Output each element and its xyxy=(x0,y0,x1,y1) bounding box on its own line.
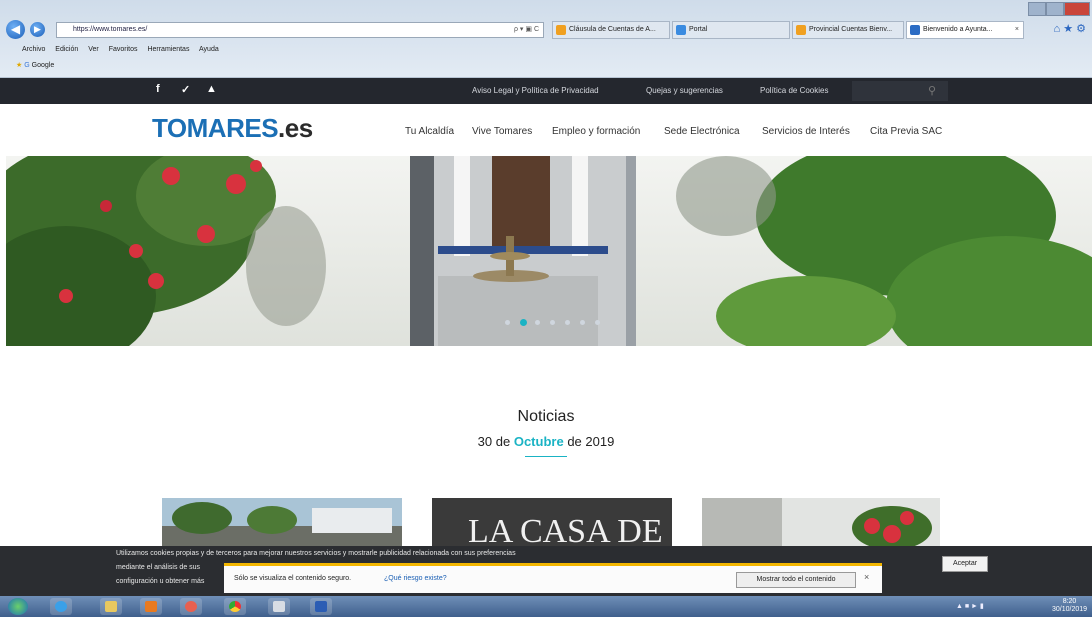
search-icon[interactable]: ⚲ xyxy=(928,84,936,97)
security-notification-bar: Sólo se visualiza el contenido seguro. ¿… xyxy=(224,563,882,593)
taskbar-word-icon[interactable] xyxy=(310,598,332,615)
menu-edicion[interactable]: Edición xyxy=(55,46,78,53)
menu-archivo[interactable]: Archivo xyxy=(22,46,45,53)
slider-dot[interactable] xyxy=(550,320,555,325)
nav-servicios[interactable]: Servicios de Interés xyxy=(762,126,850,137)
news-card-image xyxy=(162,498,402,548)
menu-ver[interactable]: Ver xyxy=(88,46,99,53)
news-divider xyxy=(525,456,567,457)
tab-label: Bienvenido a Ayunta... xyxy=(923,26,993,33)
window-buttons[interactable] xyxy=(1028,0,1092,18)
news-card-image: LA CASA DE xyxy=(432,498,672,548)
date-month: Octubre xyxy=(513,434,564,449)
tab-favicon-icon xyxy=(556,25,566,35)
cookie-accept-button[interactable]: Aceptar xyxy=(942,556,988,572)
tab-2[interactable]: Portal xyxy=(672,21,790,39)
notification-message: Sólo se visualiza el contenido seguro. xyxy=(234,575,352,582)
taskbar-chrome-icon[interactable] xyxy=(224,598,246,615)
nav-cita-previa[interactable]: Cita Previa SAC xyxy=(870,126,942,137)
link-quejas[interactable]: Quejas y sugerencias xyxy=(646,86,723,95)
minimize-icon[interactable] xyxy=(1028,2,1046,16)
link-cookies[interactable]: Política de Cookies xyxy=(760,86,828,95)
logo-main: TOMARES xyxy=(152,113,279,143)
site-topbar: f ✓ ▲ Aviso Legal y Política de Privacid… xyxy=(0,78,1092,104)
google-icon: G xyxy=(24,62,30,69)
start-button-icon[interactable] xyxy=(8,598,28,615)
favorites-bar: ★ G Google xyxy=(16,61,54,69)
slider-dot[interactable] xyxy=(535,320,540,325)
slider-dot[interactable] xyxy=(505,320,510,325)
menu-herramientas[interactable]: Herramientas xyxy=(147,46,189,53)
windows-taskbar: ▲ ■ ► ▮ 8:20 30/10/2019 xyxy=(0,596,1092,617)
date-post: de 2019 xyxy=(567,434,615,449)
address-controls[interactable]: ρ ▾ ▣ C xyxy=(514,23,539,37)
logo-suffix: .es xyxy=(278,113,313,143)
taskbar-explorer-icon[interactable] xyxy=(100,598,122,615)
forward-button[interactable]: ▶ xyxy=(30,22,45,37)
news-date: 30 de Octubre de 2019 xyxy=(0,434,1092,449)
nav-vive-tomares[interactable]: Vive Tomares xyxy=(472,126,532,137)
tab-1[interactable]: Cláusula de Cuentas de A... xyxy=(552,21,670,39)
site-logo[interactable]: TOMARES.es xyxy=(152,113,313,144)
hero-image xyxy=(6,156,1092,346)
taskbar-paint-icon[interactable] xyxy=(180,598,202,615)
notification-close-icon[interactable]: × xyxy=(864,572,869,582)
cookie-text-line3: configuración u obtener más xyxy=(116,578,205,585)
news-card-image xyxy=(702,498,940,548)
clock-date: 30/10/2019 xyxy=(1052,606,1088,613)
news-card-2[interactable]: LA CASA DE xyxy=(432,498,672,548)
clock-time: 8:20 xyxy=(1062,598,1077,605)
address-text: https://www.tomares.es/ xyxy=(73,26,148,33)
news-heading: Noticias xyxy=(517,408,575,425)
hero-slider[interactable] xyxy=(6,156,1092,346)
slider-dot[interactable] xyxy=(595,320,600,325)
system-tray-icons[interactable]: ▲ ■ ► ▮ xyxy=(956,602,984,610)
maximize-icon[interactable] xyxy=(1046,2,1064,16)
tab-label: Cláusula de Cuentas de A... xyxy=(569,26,656,33)
menu-favoritos[interactable]: Favoritos xyxy=(109,46,138,53)
slider-dot[interactable] xyxy=(580,320,585,325)
tab-favicon-icon xyxy=(676,25,686,35)
tab-favicon-icon xyxy=(910,25,920,35)
taskbar-calculator-icon[interactable] xyxy=(268,598,290,615)
card-poster-text: LA CASA DE xyxy=(468,513,663,548)
menu-bar: Archivo Edición Ver Favoritos Herramient… xyxy=(22,46,227,53)
close-icon[interactable] xyxy=(1064,2,1090,16)
youtube-icon[interactable]: ▲ xyxy=(206,83,217,95)
tab-close-icon[interactable]: × xyxy=(1015,22,1019,38)
nav-tu-alcaldia[interactable]: Tu Alcaldía xyxy=(405,126,454,137)
tab-3[interactable]: Provincial Cuentas Bienv... xyxy=(792,21,904,39)
cookie-text-line2: mediante el análisis de sus xyxy=(116,564,201,571)
slider-dot[interactable] xyxy=(565,320,570,325)
cookie-text-line1: Utilizamos cookies propias y de terceros… xyxy=(116,550,516,557)
twitter-icon[interactable]: ✓ xyxy=(181,83,190,96)
tab-label: Portal xyxy=(689,26,708,33)
address-bar[interactable]: https://www.tomares.es/ ρ ▾ ▣ C xyxy=(56,22,544,38)
show-all-content-button[interactable]: Mostrar todo el contenido xyxy=(736,572,856,588)
taskbar-media-icon[interactable] xyxy=(140,598,162,615)
taskbar-ie-icon[interactable] xyxy=(50,598,72,615)
date-pre: 30 de xyxy=(477,434,511,449)
tab-favicon-icon xyxy=(796,25,806,35)
browser-chrome: ◀ ▶ https://www.tomares.es/ ρ ▾ ▣ C Cláu… xyxy=(0,0,1092,78)
taskbar-clock[interactable]: 8:20 30/10/2019 xyxy=(1052,598,1087,614)
news-card-3[interactable] xyxy=(702,498,940,548)
nav-empleo[interactable]: Empleo y formación xyxy=(552,126,640,137)
menu-ayuda[interactable]: Ayuda xyxy=(199,46,219,53)
news-card-1[interactable] xyxy=(162,498,402,548)
favorites-star-icon[interactable]: ★ xyxy=(16,62,22,69)
notification-why-link[interactable]: ¿Qué riesgo existe? xyxy=(384,575,447,582)
home-star-gear-icons[interactable]: ⌂ ★ ⚙ xyxy=(1054,22,1086,35)
link-aviso-legal[interactable]: Aviso Legal y Política de Privacidad xyxy=(472,86,599,95)
tab-4-active[interactable]: Bienvenido a Ayunta... × xyxy=(906,21,1024,39)
facebook-icon[interactable]: f xyxy=(156,83,160,95)
nav-sede-electronica[interactable]: Sede Electrónica xyxy=(664,126,740,137)
favorite-google[interactable]: Google xyxy=(32,62,55,69)
back-button[interactable]: ◀ xyxy=(6,20,25,39)
tab-label: Provincial Cuentas Bienv... xyxy=(809,26,893,33)
slider-dot[interactable] xyxy=(520,319,527,326)
